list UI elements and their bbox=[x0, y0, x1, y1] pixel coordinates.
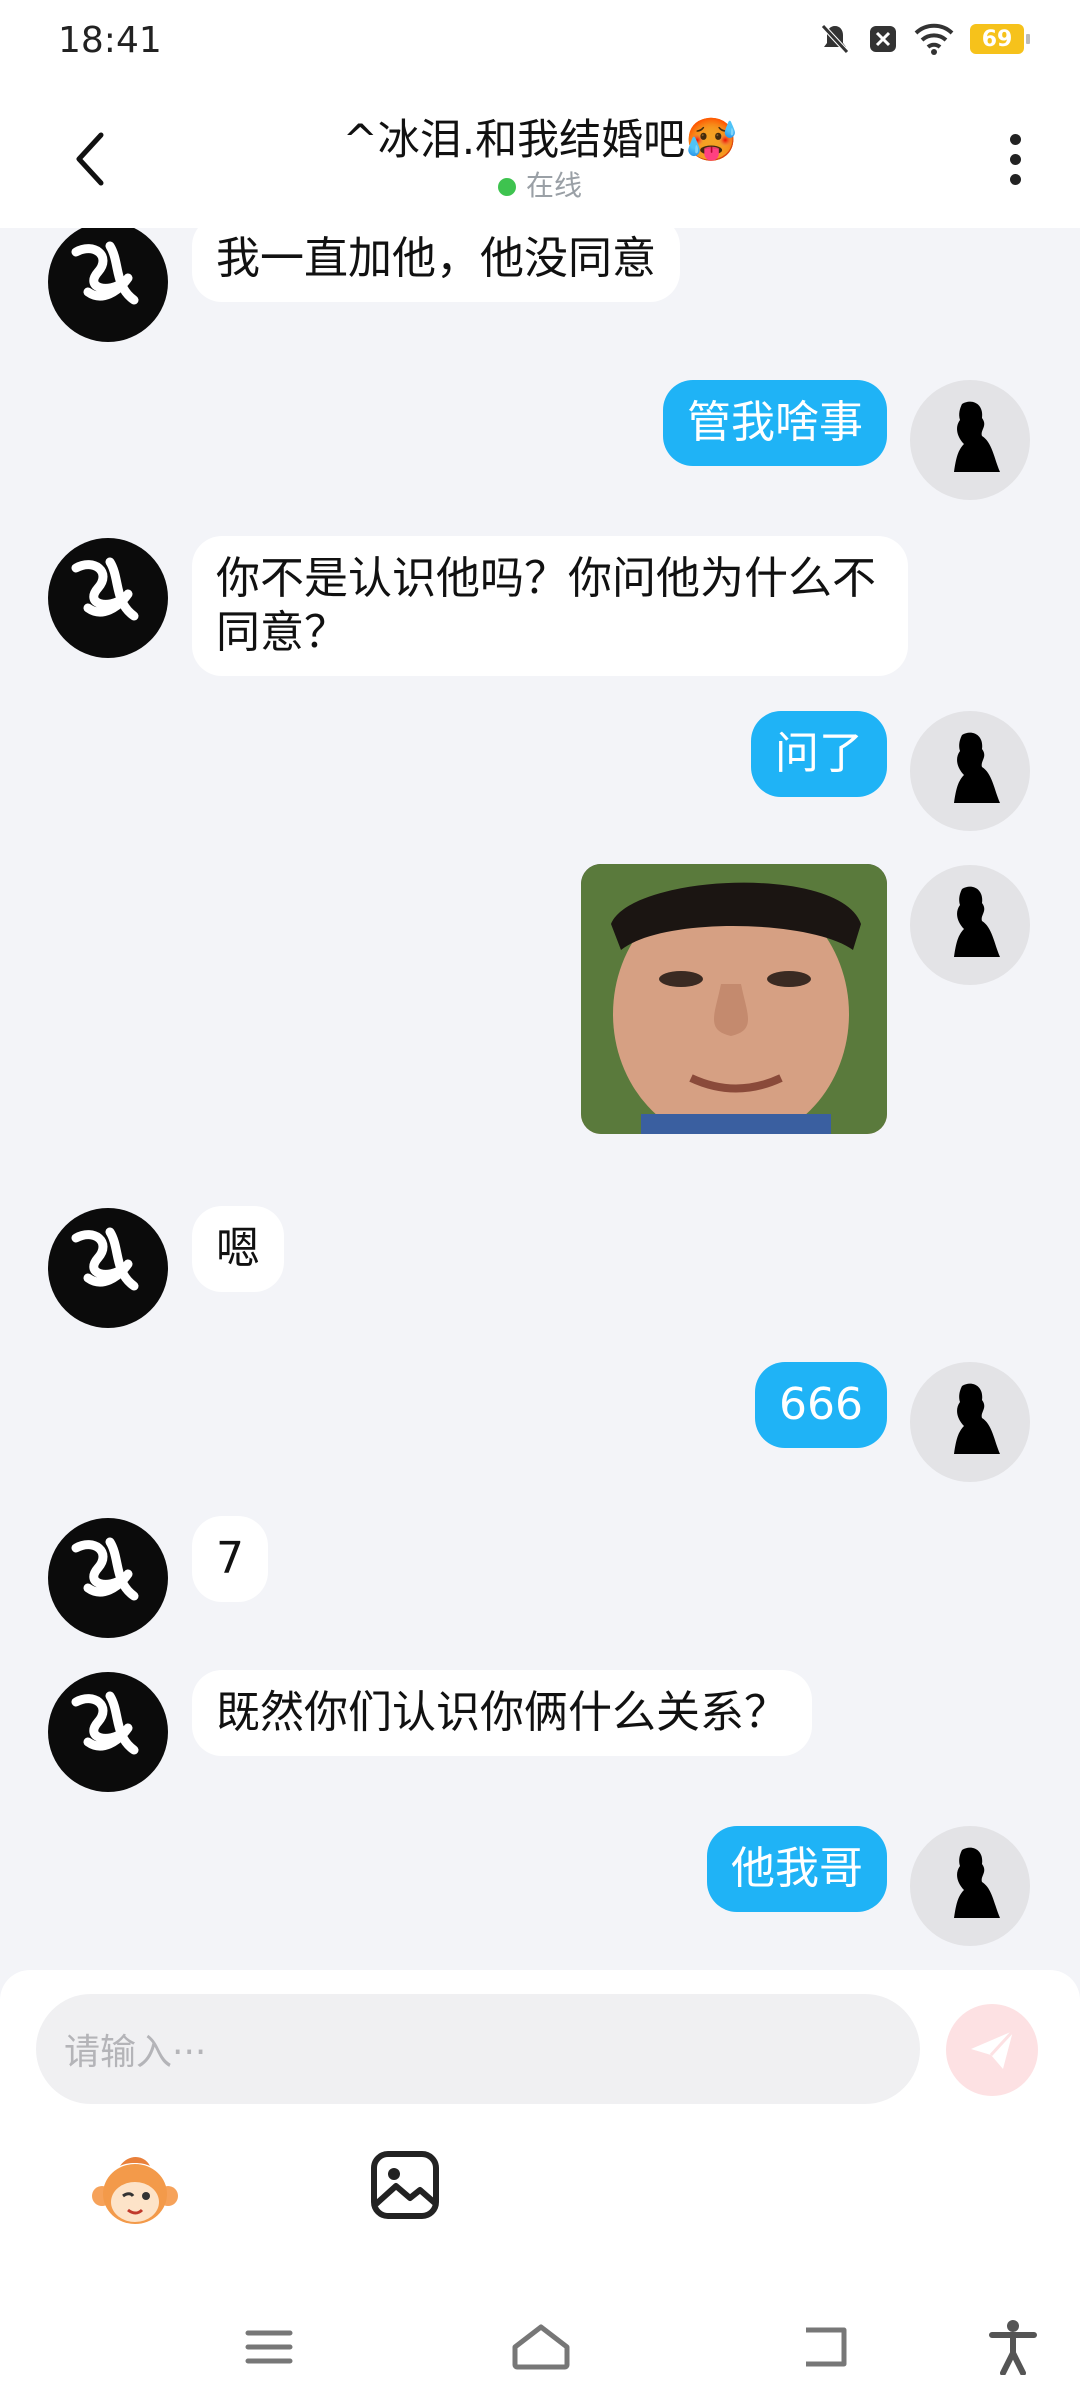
message-composer: 请输入··· bbox=[0, 1970, 1080, 2408]
online-status-label: 在线 bbox=[525, 169, 582, 202]
message-bubble[interactable]: 我一直加他，他没同意 bbox=[192, 228, 680, 302]
message-bubble[interactable]: 666 bbox=[755, 1362, 887, 1448]
my-avatar[interactable] bbox=[910, 1362, 1030, 1482]
status-time: 18:41 bbox=[58, 20, 162, 61]
contact-avatar[interactable] bbox=[48, 1672, 168, 1792]
image-button[interactable] bbox=[370, 2150, 440, 2220]
message-input[interactable]: 请输入··· bbox=[36, 1994, 920, 2104]
online-dot bbox=[497, 178, 516, 196]
emoji-button[interactable] bbox=[90, 2150, 180, 2234]
message-bubble[interactable]: 嗯 bbox=[192, 1206, 284, 1292]
chat-title: ^冰泪.和我结婚吧🥵 bbox=[342, 115, 738, 164]
nav-accessibility-button[interactable] bbox=[978, 2312, 1048, 2382]
contact-avatar[interactable] bbox=[48, 1208, 168, 1328]
accessibility-icon bbox=[989, 2320, 1037, 2375]
message-bubble[interactable]: 7 bbox=[192, 1516, 268, 1602]
my-avatar[interactable] bbox=[910, 865, 1030, 985]
nav-menu-button[interactable] bbox=[234, 2312, 304, 2382]
paper-plane-icon bbox=[971, 2029, 1015, 2069]
contact-avatar[interactable] bbox=[48, 1518, 168, 1638]
online-status: 在线 bbox=[0, 164, 1080, 204]
monkey-emoji-icon bbox=[92, 2157, 178, 2224]
image-icon bbox=[371, 2151, 439, 2219]
notification-x-icon bbox=[870, 26, 896, 52]
more-vertical-icon bbox=[1009, 133, 1021, 145]
message-bubble[interactable]: 你不是认识他吗？你问他为什么不同意？ bbox=[192, 536, 908, 676]
battery-icon: 69 bbox=[970, 24, 1030, 54]
nav-home-button[interactable] bbox=[506, 2312, 576, 2382]
more-options-button[interactable] bbox=[990, 124, 1040, 194]
message-bubble[interactable]: 既然你们认识你俩什么关系？ bbox=[192, 1670, 812, 1756]
message-bubble[interactable]: 他我哥 bbox=[707, 1826, 887, 1912]
back-icon bbox=[806, 2327, 847, 2367]
mute-icon bbox=[821, 24, 849, 54]
wifi-icon bbox=[914, 23, 954, 55]
system-nav-bar bbox=[0, 2290, 1080, 2408]
photo-message[interactable] bbox=[581, 864, 887, 1134]
contact-avatar[interactable] bbox=[48, 228, 168, 342]
chat-header: ^冰泪.和我结婚吧🥵 在线 bbox=[0, 84, 1080, 228]
home-icon bbox=[512, 2324, 570, 2370]
menu-icon bbox=[245, 2330, 293, 2364]
status-icons: 69 bbox=[818, 22, 1030, 56]
chat-message-list[interactable]: 我一直加他，他没同意 管我啥事 你不是认识他吗？你问他为什么不同意？ 问了 嗯 … bbox=[0, 228, 1080, 1970]
my-avatar[interactable] bbox=[910, 380, 1030, 500]
my-avatar[interactable] bbox=[910, 711, 1030, 831]
send-button[interactable] bbox=[946, 2004, 1038, 2096]
contact-avatar[interactable] bbox=[48, 538, 168, 658]
message-bubble[interactable]: 问了 bbox=[751, 711, 887, 797]
status-bar: 18:41 69 bbox=[0, 0, 1080, 84]
my-avatar[interactable] bbox=[910, 1826, 1030, 1946]
message-bubble[interactable]: 管我啥事 bbox=[663, 380, 887, 466]
nav-back-button[interactable] bbox=[790, 2312, 860, 2382]
